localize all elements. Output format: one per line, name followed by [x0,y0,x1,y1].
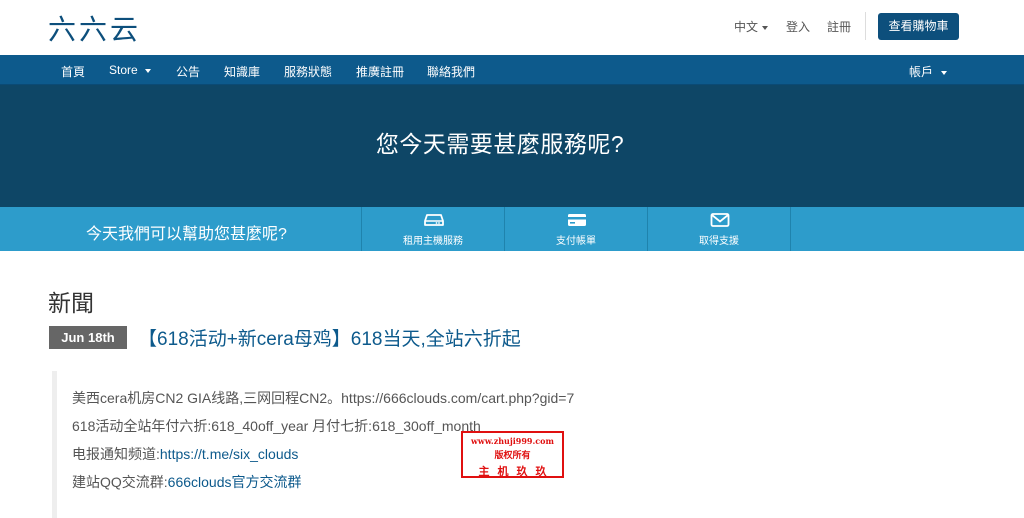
stamp-name: 主机玖玖 [478,465,555,478]
register-link[interactable]: 註冊 [827,18,851,35]
order-hosting-label: 租用主機服務 [403,236,463,247]
pay-invoice-button[interactable]: 支付帳單 [504,207,647,251]
server-icon [424,214,444,226]
nav-item-knowledgebase[interactable]: 知識庫 [224,63,260,80]
help-text: 今天我們可以幫助您甚麼呢? [86,226,287,243]
nav-item-server-status[interactable]: 服務狀態 [284,63,332,80]
telegram-link[interactable]: https://t.me/six_clouds [160,446,299,462]
nav-item-affiliates[interactable]: 推廣註冊 [356,63,404,80]
header-divider [865,12,866,40]
site-logo[interactable]: 六六云 [48,8,141,48]
order-hosting-button[interactable]: 租用主機服務 [361,207,504,251]
telegram-label: 电报通知频道: [72,446,160,462]
top-header: 六六云 中文 登入 註冊 查看購物車 [0,0,1024,55]
view-cart-button[interactable]: 查看購物車 [878,13,959,40]
get-support-label: 取得支援 [699,236,739,247]
nav-store-label: Store [109,63,138,77]
pay-invoice-label: 支付帳單 [556,236,596,247]
qq-group-label: 建站QQ交流群: [72,474,168,490]
news-line: 建站QQ交流群:666clouds官方交流群 [72,472,302,492]
help-divider [790,207,791,251]
envelope-icon [710,213,730,227]
news-title-link[interactable]: 【618活动+新cera母鸡】618当天,全站六折起 [138,324,521,351]
news-heading: 新聞 [48,290,94,316]
chevron-down-icon [762,25,769,30]
nav-item-announcements[interactable]: 公告 [176,63,200,80]
qq-group-link[interactable]: 666clouds官方交流群 [168,474,302,490]
language-selector[interactable]: 中文 [734,18,769,35]
nav-item-account[interactable]: 帳戶 [909,63,948,80]
stamp-url: www.zhuji999.com [471,436,554,446]
nav-account-label: 帳戶 [909,65,934,79]
news-date-badge: Jun 18th [49,326,127,349]
stamp-rights: 版权所有 [494,451,531,461]
language-label: 中文 [734,20,759,34]
login-link[interactable]: 登入 [786,18,810,35]
watermark-stamp: www.zhuji999.com 版权所有 主机玖玖 [461,431,564,478]
hero-title: 您今天需要甚麼服務呢? [375,131,625,157]
news-line: 618活动全站年付六折:618_40off_year 月付七折:618_30of… [72,418,481,434]
news-line: 美西cera机房CN2 GIA线路,三网回程CN2。https://666clo… [72,390,575,406]
hero-banner: 您今天需要甚麼服務呢? [0,85,1024,207]
main-nav: 首頁 Store 公告 知識庫 服務狀態 推廣註冊 聯絡我們 帳戶 [0,55,1024,85]
nav-item-home[interactable]: 首頁 [61,63,85,80]
credit-card-icon [568,214,586,226]
chevron-down-icon [144,68,151,73]
news-line: 电报通知频道:https://t.me/six_clouds [72,444,298,464]
nav-item-contact[interactable]: 聯絡我們 [427,63,475,80]
get-support-button[interactable]: 取得支援 [647,207,790,251]
help-strip: 今天我們可以幫助您甚麼呢? 租用主機服務 支付帳單 取得支援 [0,207,1024,251]
chevron-down-icon [941,70,948,75]
nav-item-store[interactable]: Store [109,63,151,77]
